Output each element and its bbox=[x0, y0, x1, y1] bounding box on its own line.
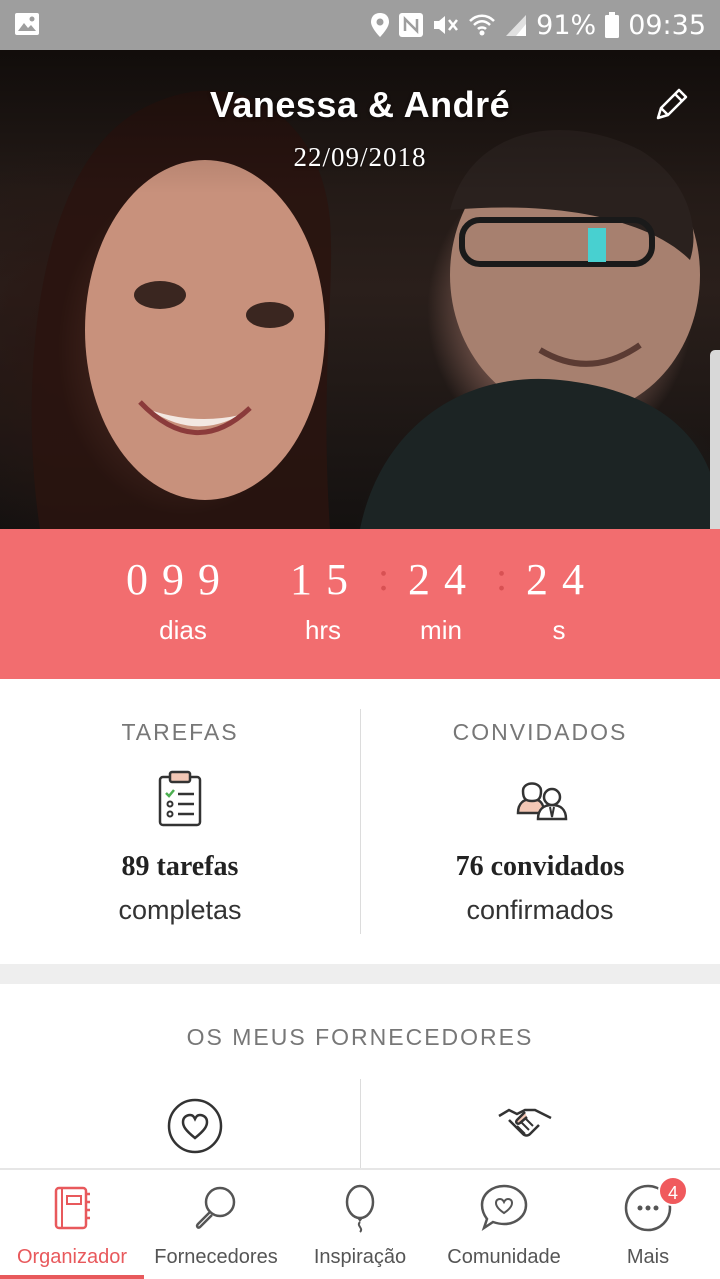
handshake-icon[interactable] bbox=[495, 1096, 555, 1156]
magnifier-icon bbox=[190, 1182, 242, 1234]
signal-icon bbox=[504, 12, 528, 38]
tasks-count: 89 tarefas bbox=[121, 851, 239, 882]
bottom-nav: Organizador Fornecedores Inspiração Comu… bbox=[0, 1168, 720, 1279]
stats-section: TAREFAS 89 tarefas completas CONVIDADOS bbox=[0, 679, 720, 964]
countdown-minutes: 24 bbox=[408, 555, 480, 604]
battery-level: 91% bbox=[536, 9, 597, 41]
nav-label: Inspiração bbox=[313, 1246, 407, 1268]
balloon-icon bbox=[334, 1182, 386, 1234]
countdown-days: 099 bbox=[126, 555, 234, 604]
countdown-minutes-label: min bbox=[420, 615, 462, 645]
guests-sub: confirmados bbox=[466, 895, 614, 925]
tasks-title: TAREFAS bbox=[121, 719, 239, 745]
tasks-card[interactable]: TAREFAS 89 tarefas completas bbox=[0, 679, 360, 964]
nav-label: Organizador bbox=[16, 1246, 128, 1268]
countdown-seconds: 24 bbox=[526, 555, 598, 604]
countdown-separator: : bbox=[496, 554, 508, 599]
guests-count: 76 convidados bbox=[455, 851, 625, 882]
clock: 09:35 bbox=[628, 9, 706, 41]
nav-fornecedores[interactable]: Fornecedores bbox=[144, 1170, 288, 1279]
countdown-seconds-label: s bbox=[552, 615, 566, 645]
divider bbox=[360, 1079, 361, 1179]
countdown-days-label: dias bbox=[159, 615, 207, 645]
countdown: 099 15 : 24 : 24 dias hrs min s bbox=[0, 529, 720, 679]
nav-label: Comunidade bbox=[447, 1246, 561, 1268]
nav-mais[interactable]: 4 Mais bbox=[576, 1170, 720, 1279]
nav-comunidade[interactable]: Comunidade bbox=[432, 1170, 576, 1279]
wifi-icon bbox=[468, 12, 496, 38]
suppliers-title: OS MEUS FORNECEDORES bbox=[186, 1024, 534, 1050]
mute-icon bbox=[432, 12, 460, 38]
image-icon bbox=[14, 11, 40, 37]
couple-photo[interactable]: Vanessa & André 22/09/2018 bbox=[0, 50, 720, 529]
battery-icon bbox=[604, 11, 620, 39]
chat-heart-icon bbox=[478, 1182, 530, 1234]
countdown-hours: 15 bbox=[290, 555, 362, 604]
tasks-sub: completas bbox=[118, 895, 242, 925]
couple-names: Vanessa & André bbox=[209, 84, 511, 125]
active-indicator bbox=[0, 1275, 144, 1279]
guests-card[interactable]: CONVIDADOS 76 convidados confirmados bbox=[360, 679, 720, 964]
heart-icon[interactable] bbox=[165, 1096, 225, 1156]
nfc-icon bbox=[398, 12, 424, 38]
pencil-icon[interactable] bbox=[652, 84, 692, 124]
guests-icon bbox=[510, 769, 570, 829]
notebook-icon bbox=[46, 1182, 98, 1234]
nav-organizador[interactable]: Organizador bbox=[0, 1170, 144, 1279]
suppliers-section: OS MEUS FORNECEDORES bbox=[0, 984, 720, 1179]
wedding-date: 22/09/2018 bbox=[293, 142, 427, 172]
section-separator bbox=[0, 964, 720, 984]
nav-label: Fornecedores bbox=[154, 1246, 278, 1268]
countdown-hours-label: hrs bbox=[304, 615, 342, 645]
scroll-handle[interactable] bbox=[710, 350, 720, 529]
countdown-separator: : bbox=[378, 554, 390, 599]
nav-inspiracao[interactable]: Inspiração bbox=[288, 1170, 432, 1279]
notification-badge: 4 bbox=[658, 1176, 688, 1206]
location-icon bbox=[370, 12, 390, 38]
nav-label: Mais bbox=[626, 1246, 670, 1268]
guests-title: CONVIDADOS bbox=[452, 719, 628, 745]
clipboard-icon bbox=[150, 769, 210, 829]
status-bar: 91% 09:35 bbox=[0, 0, 720, 50]
status-icons: 91% 09:35 bbox=[370, 0, 706, 50]
